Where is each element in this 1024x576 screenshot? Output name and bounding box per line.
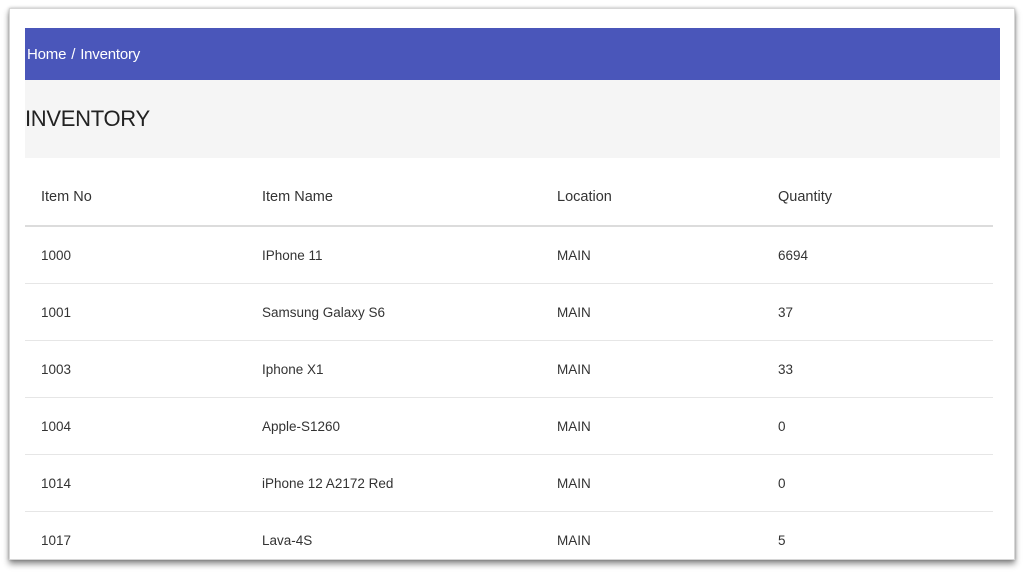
cell-item-name: Samsung Galaxy S6 (261, 283, 556, 341)
cell-quantity: 33 (777, 340, 993, 398)
table-row[interactable]: 1014 iPhone 12 A2172 Red MAIN 0 (25, 454, 993, 512)
cell-quantity: 5 (777, 511, 993, 559)
inventory-table: Item No Item Name Location Quantity 1000… (25, 169, 993, 559)
table-row[interactable]: 1001 Samsung Galaxy S6 MAIN 37 (25, 283, 993, 341)
column-header-item-no[interactable]: Item No (25, 169, 261, 227)
cell-item-name: IPhone 11 (261, 226, 556, 284)
cell-item-no: 1000 (25, 226, 261, 284)
page-title: INVENTORY (25, 106, 150, 131)
app-window: Home / Inventory INVENTORY Item No Item Na… (9, 8, 1015, 560)
column-header-item-name[interactable]: Item Name (261, 169, 556, 227)
cell-location: MAIN (556, 454, 777, 512)
table-row[interactable]: 1017 Lava-4S MAIN 5 (25, 511, 993, 559)
table-row[interactable]: 1003 Iphone X1 MAIN 33 (25, 340, 993, 398)
cell-item-name: Iphone X1 (261, 340, 556, 398)
breadcrumb-separator: / (71, 45, 76, 63)
cell-location: MAIN (556, 397, 777, 455)
cell-quantity: 6694 (777, 226, 993, 284)
page-header: INVENTORY (25, 80, 1000, 158)
cell-quantity: 0 (777, 454, 993, 512)
column-header-quantity[interactable]: Quantity (777, 169, 993, 227)
cell-location: MAIN (556, 226, 777, 284)
table-row[interactable]: 1004 Apple-S1260 MAIN 0 (25, 397, 993, 455)
cell-item-name: Lava-4S (261, 511, 556, 559)
cell-item-name: iPhone 12 A2172 Red (261, 454, 556, 512)
cell-item-no: 1001 (25, 283, 261, 341)
table-header-row: Item No Item Name Location Quantity (25, 169, 993, 227)
breadcrumb-bar: Home / Inventory (25, 28, 1000, 80)
cell-item-name: Apple-S1260 (261, 397, 556, 455)
cell-location: MAIN (556, 511, 777, 559)
breadcrumb-home-link[interactable]: Home (27, 46, 66, 63)
breadcrumb-current: Inventory (80, 45, 141, 63)
cell-item-no: 1003 (25, 340, 261, 398)
cell-item-no: 1017 (25, 511, 261, 559)
breadcrumb: Home / Inventory (27, 46, 140, 63)
cell-item-no: 1004 (25, 397, 261, 455)
cell-location: MAIN (556, 340, 777, 398)
cell-item-no: 1014 (25, 454, 261, 512)
table-header: Item No Item Name Location Quantity (25, 169, 993, 227)
inventory-table-container: Item No Item Name Location Quantity 1000… (25, 169, 993, 559)
table-row[interactable]: 1000 IPhone 11 MAIN 6694 (25, 226, 993, 284)
column-header-location[interactable]: Location (556, 169, 777, 227)
cell-quantity: 0 (777, 397, 993, 455)
table-body: 1000 IPhone 11 MAIN 6694 1001 Samsung Ga… (25, 226, 993, 559)
cell-location: MAIN (556, 283, 777, 341)
cell-quantity: 37 (777, 283, 993, 341)
